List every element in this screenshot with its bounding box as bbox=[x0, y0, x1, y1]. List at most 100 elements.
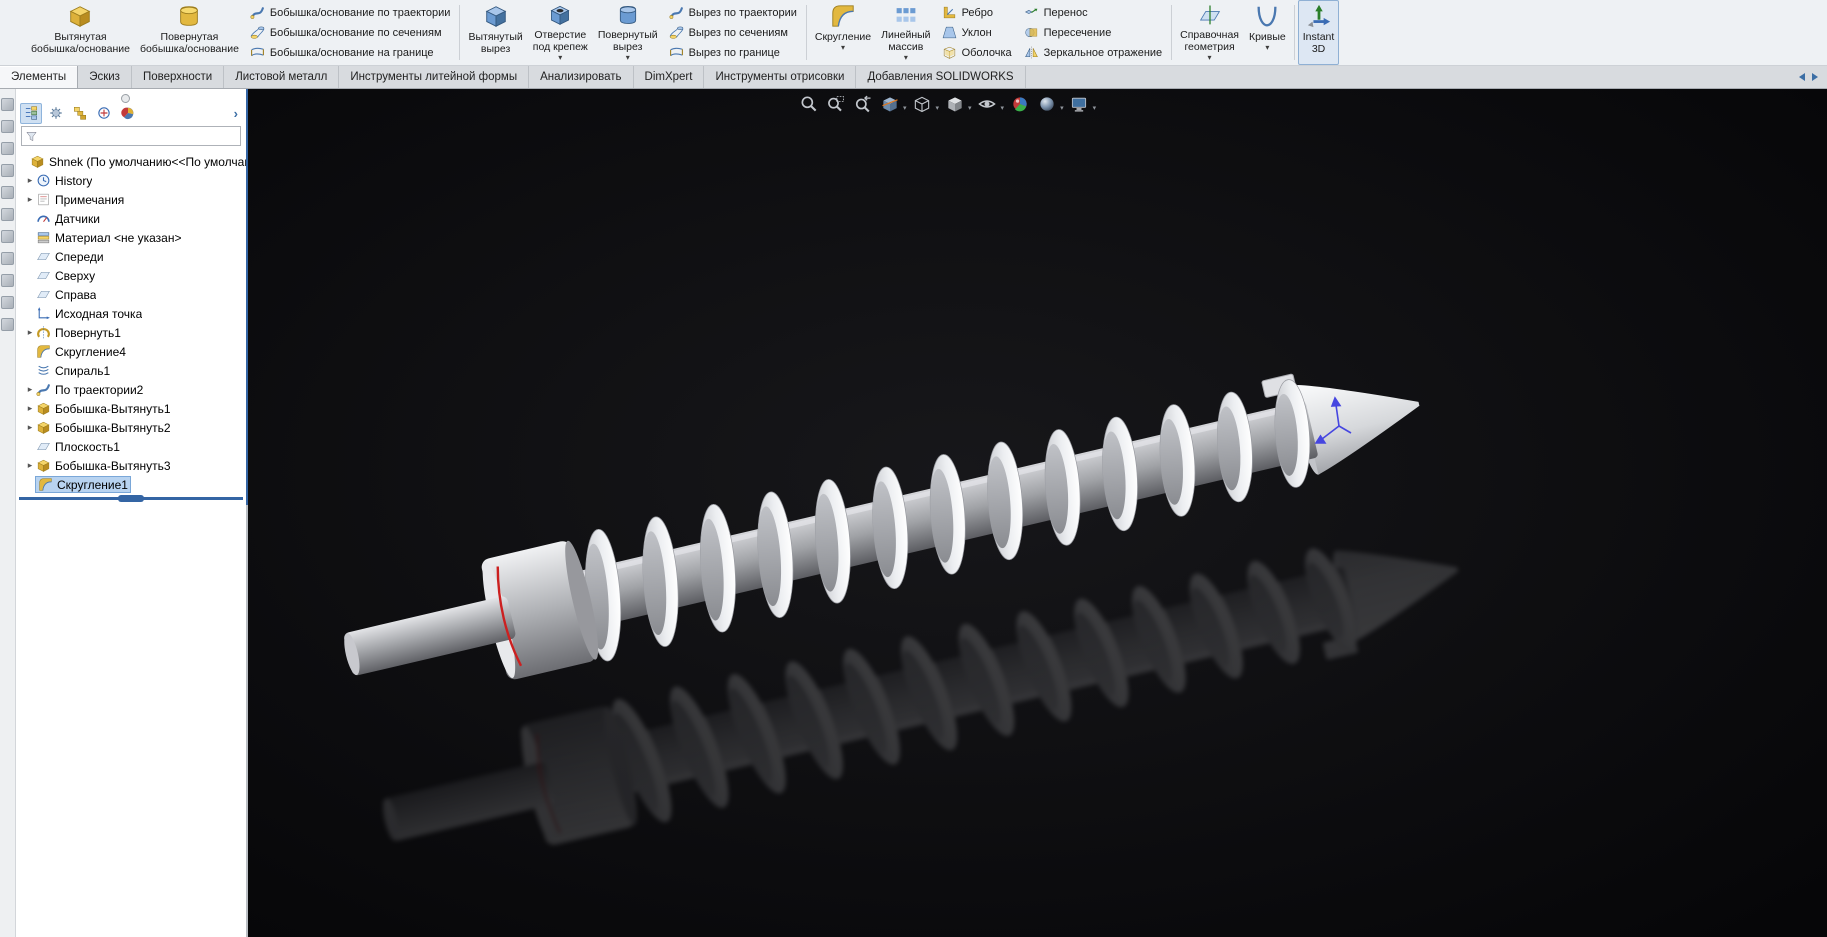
extruded-boss-button[interactable]: Вытянутая бобышка/основание bbox=[26, 0, 135, 65]
dropdown-caret-icon[interactable]: ▾ bbox=[1208, 54, 1212, 62]
instant-3d-button[interactable]: Instant 3D bbox=[1297, 0, 1340, 65]
swept-boss-button[interactable]: Бобышка/основание по траектории bbox=[250, 3, 450, 23]
tree-item-plane1[interactable]: Плоскость1 bbox=[16, 437, 246, 456]
propertymanager-tab[interactable] bbox=[46, 104, 66, 123]
tree-item-fillet1[interactable]: Скругление1 bbox=[16, 475, 246, 494]
expand-arrow-icon[interactable]: ▸ bbox=[24, 460, 36, 471]
selected-tree-item[interactable]: Скругление1 bbox=[35, 476, 131, 493]
revolved-boss-button[interactable]: Повернутая бобышка/основание bbox=[135, 0, 244, 65]
move-button[interactable]: Перенос bbox=[1024, 3, 1163, 23]
panel-splitter-handle[interactable] bbox=[121, 94, 130, 103]
tree-filter-input[interactable] bbox=[38, 129, 237, 143]
intersect-button[interactable]: Пересечение bbox=[1024, 23, 1163, 43]
dropdown-caret-icon[interactable]: ▾ bbox=[903, 104, 907, 112]
tree-item-right-plane[interactable]: Справа bbox=[16, 285, 246, 304]
ribbon-collapse-icon[interactable] bbox=[1799, 73, 1805, 81]
rollback-bar[interactable] bbox=[19, 495, 243, 506]
rib-button[interactable]: Ребро bbox=[942, 3, 1012, 23]
dropdown-caret-icon[interactable]: ▾ bbox=[904, 54, 908, 62]
expand-arrow-icon[interactable]: ▸ bbox=[24, 403, 36, 414]
reference-geometry-button[interactable]: Справочная геометрия ▾ bbox=[1175, 0, 1244, 65]
dock-toolbar-icon[interactable] bbox=[1, 296, 14, 309]
tree-item-sensors[interactable]: Датчики bbox=[16, 209, 246, 228]
hole-wizard-button[interactable]: Отверстие под крепеж ▾ bbox=[528, 0, 593, 65]
expand-arrow-icon[interactable]: ▸ bbox=[24, 327, 36, 338]
dock-toolbar-icon[interactable] bbox=[1, 186, 14, 199]
dock-toolbar-icon[interactable] bbox=[1, 252, 14, 265]
tree-item-material[interactable]: Материал <не указан> bbox=[16, 228, 246, 247]
edit-appearance-button[interactable] bbox=[1007, 92, 1032, 115]
mirror-button[interactable]: Зеркальное отражение bbox=[1024, 43, 1162, 63]
tree-item-annotations[interactable]: ▸ Примечания bbox=[16, 190, 246, 209]
zoom-area-button[interactable] bbox=[823, 92, 848, 115]
hide-show-items-button[interactable] bbox=[975, 92, 1000, 115]
tree-item-helix1[interactable]: Спираль1 bbox=[16, 361, 246, 380]
featuremanager-tree-tab[interactable] bbox=[20, 102, 42, 124]
dock-toolbar-icon[interactable] bbox=[1, 318, 14, 331]
expand-arrow-icon[interactable]: ▸ bbox=[24, 175, 36, 186]
tab-solidworks-addins[interactable]: Добавления SOLIDWORKS bbox=[856, 66, 1026, 88]
expand-arrow-icon[interactable]: ▸ bbox=[24, 194, 36, 205]
linear-pattern-button[interactable]: Линейный массив ▾ bbox=[876, 0, 935, 65]
dock-toolbar-icon[interactable] bbox=[1, 208, 14, 221]
display-style-button[interactable] bbox=[942, 92, 967, 115]
tree-item-boss-extrude2[interactable]: ▸ Бобышка-Вытянуть2 bbox=[16, 418, 246, 437]
tree-item-origin[interactable]: Исходная точка bbox=[16, 304, 246, 323]
tab-surfaces[interactable]: Поверхности bbox=[131, 66, 225, 88]
dock-toolbar-icon[interactable] bbox=[1, 142, 14, 155]
dimxpertmanager-tab[interactable] bbox=[94, 104, 114, 123]
boundary-cut-button[interactable]: Вырез по границе bbox=[669, 43, 797, 63]
dock-toolbar-icon[interactable] bbox=[1, 274, 14, 287]
expand-arrow-icon[interactable]: ▸ bbox=[24, 384, 36, 395]
revolved-cut-button[interactable]: Повернутый вырез ▾ bbox=[593, 0, 663, 65]
configurationmanager-tab[interactable] bbox=[70, 104, 90, 123]
dropdown-caret-icon[interactable]: ▾ bbox=[626, 54, 630, 62]
dropdown-caret-icon[interactable]: ▾ bbox=[1060, 104, 1064, 112]
dropdown-caret-icon[interactable]: ▾ bbox=[1093, 104, 1097, 112]
previous-view-button[interactable] bbox=[850, 92, 875, 115]
tab-features[interactable]: Элементы bbox=[0, 66, 79, 88]
tree-item-history[interactable]: ▸ History bbox=[16, 171, 246, 190]
lofted-cut-button[interactable]: Вырез по сечениям bbox=[669, 23, 797, 43]
dock-toolbar-icon[interactable] bbox=[1, 164, 14, 177]
tree-root-part[interactable]: Shnek (По умолчанию<<По умолчанию: bbox=[16, 152, 246, 171]
tab-render-tools[interactable]: Инструменты отрисовки bbox=[704, 66, 857, 88]
tab-sheet-metal[interactable]: Листовой металл bbox=[224, 66, 340, 88]
swept-cut-button[interactable]: Вырез по траектории bbox=[669, 3, 797, 23]
apply-scene-button[interactable] bbox=[1034, 92, 1059, 115]
dropdown-caret-icon[interactable]: ▾ bbox=[1265, 44, 1269, 52]
tree-item-sweep2[interactable]: ▸ По траектории2 bbox=[16, 380, 246, 399]
tree-item-front-plane[interactable]: Спереди bbox=[16, 247, 246, 266]
dropdown-caret-icon[interactable]: ▾ bbox=[558, 54, 562, 62]
view-orientation-button[interactable] bbox=[910, 92, 935, 115]
tab-mold-tools[interactable]: Инструменты литейной формы bbox=[339, 66, 530, 88]
extruded-cut-button[interactable]: Вытянутый вырез bbox=[463, 0, 527, 65]
tree-item-revolve1[interactable]: ▸ Повернуть1 bbox=[16, 323, 246, 342]
3d-viewport-canvas[interactable] bbox=[248, 89, 1827, 937]
dock-toolbar-icon[interactable] bbox=[1, 98, 14, 111]
view-settings-button[interactable] bbox=[1067, 92, 1092, 115]
ribbon-pin-icon[interactable] bbox=[1812, 73, 1818, 81]
tab-evaluate[interactable]: Анализировать bbox=[529, 66, 634, 88]
curves-button[interactable]: Кривые ▾ bbox=[1244, 0, 1291, 65]
tree-item-boss-extrude3[interactable]: ▸ Бобышка-Вытянуть3 bbox=[16, 456, 246, 475]
dock-toolbar-icon[interactable] bbox=[1, 120, 14, 133]
dropdown-caret-icon[interactable]: ▾ bbox=[936, 104, 940, 112]
section-view-button[interactable] bbox=[877, 92, 902, 115]
tab-sketch[interactable]: Эскиз bbox=[78, 66, 132, 88]
tree-item-fillet4[interactable]: Скругление4 bbox=[16, 342, 246, 361]
displaymanager-tab[interactable] bbox=[118, 104, 138, 123]
tab-dimxpert[interactable]: DimXpert bbox=[633, 66, 705, 88]
dock-toolbar-icon[interactable] bbox=[1, 230, 14, 243]
zoom-fit-button[interactable] bbox=[796, 92, 821, 115]
graphics-area[interactable]: ▾ ▾ ▾ ▾ ▾ ▾ bbox=[248, 89, 1827, 937]
dropdown-caret-icon[interactable]: ▾ bbox=[841, 44, 845, 52]
lofted-boss-button[interactable]: Бобышка/основание по сечениям bbox=[250, 23, 451, 43]
panel-expand-chevron-icon[interactable]: › bbox=[234, 106, 242, 121]
tree-item-boss-extrude1[interactable]: ▸ Бобышка-Вытянуть1 bbox=[16, 399, 246, 418]
tree-item-top-plane[interactable]: Сверху bbox=[16, 266, 246, 285]
shell-button[interactable]: Оболочка bbox=[942, 43, 1012, 63]
draft-button[interactable]: Уклон bbox=[942, 23, 1012, 43]
expand-arrow-icon[interactable]: ▸ bbox=[24, 422, 36, 433]
dropdown-caret-icon[interactable]: ▾ bbox=[968, 104, 972, 112]
